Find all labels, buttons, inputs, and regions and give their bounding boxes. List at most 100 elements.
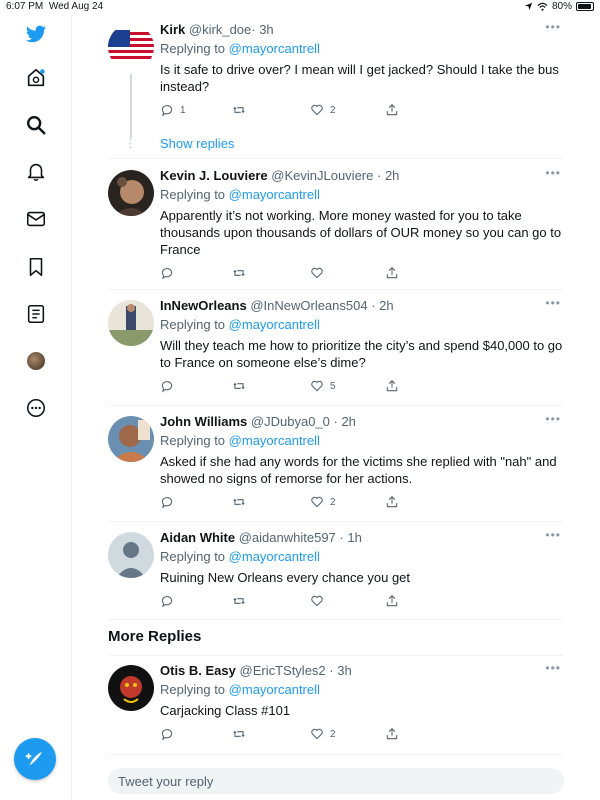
reply-button[interactable]	[160, 495, 180, 509]
share-icon	[386, 104, 398, 116]
mention-link[interactable]: @mayorcantrell	[229, 433, 320, 448]
share-button[interactable]	[385, 103, 399, 117]
author-name[interactable]: John Williams	[160, 414, 247, 429]
share-icon	[386, 380, 398, 392]
more-options-icon[interactable]: •••	[545, 412, 561, 426]
twitter-bird-icon[interactable]	[24, 22, 48, 46]
more-options-icon[interactable]: •••	[545, 296, 561, 310]
tweet-text: Carjacking Class #101	[160, 703, 291, 718]
reply-button[interactable]	[160, 594, 180, 608]
tweet-john-williams[interactable]: John Williams @JDubya0_0 · 2h ••• Replyi…	[108, 408, 563, 522]
heart-icon	[311, 496, 323, 508]
more-options-icon[interactable]: •••	[545, 20, 561, 34]
reply-input[interactable]: Tweet your reply	[108, 768, 564, 794]
tweet-kevin[interactable]: Kevin J. Louviere @KevinJLouviere · 2h •…	[108, 162, 563, 290]
tweet-actions: 1 2	[160, 103, 563, 121]
author-name[interactable]: Kirk	[160, 22, 185, 37]
heart-icon	[311, 267, 323, 279]
more-icon[interactable]	[24, 396, 48, 420]
tweet-aidan-white[interactable]: Aidan White @aidanwhite597 · 1h ••• Repl…	[108, 524, 563, 620]
show-replies-link[interactable]: Show replies	[160, 136, 234, 151]
tweet-kirk[interactable]: Kirk @kirk_doe· 3h ••• Replying to @mayo…	[108, 18, 563, 138]
tweet-text: Will they teach me how to prioritize the…	[160, 338, 563, 370]
author-name[interactable]: Otis B. Easy	[160, 663, 236, 678]
tweet-time: · 3h	[329, 663, 352, 678]
reply-button[interactable]	[160, 727, 180, 741]
more-options-icon[interactable]: •••	[545, 661, 561, 675]
replying-to: Replying to @mayorcantrell	[160, 549, 320, 564]
retweet-button[interactable]	[232, 495, 252, 509]
profile-avatar[interactable]	[24, 349, 48, 373]
lists-icon[interactable]	[24, 302, 48, 326]
retweet-button[interactable]	[232, 266, 252, 280]
avatar[interactable]	[108, 300, 154, 346]
like-button[interactable]	[310, 266, 330, 280]
share-button[interactable]	[385, 495, 399, 509]
mention-link[interactable]: @mayorcantrell	[229, 317, 320, 332]
share-button[interactable]	[385, 594, 399, 608]
heart-icon	[311, 728, 323, 740]
status-time: 6:07 PM Wed Aug 24	[6, 1, 104, 12]
home-icon[interactable]	[24, 66, 48, 90]
replying-to: Replying to @mayorcantrell	[160, 433, 320, 448]
thread-dots: • • •	[129, 135, 132, 152]
mention-link[interactable]: @mayorcantrell	[229, 41, 320, 56]
share-button[interactable]	[385, 266, 399, 280]
author-name[interactable]: InNewOrleans	[160, 298, 247, 313]
like-button[interactable]	[310, 594, 330, 608]
location-icon	[524, 2, 533, 11]
share-button[interactable]	[385, 379, 399, 393]
retweet-icon	[233, 269, 245, 277]
mention-link[interactable]: @mayorcantrell	[229, 549, 320, 564]
share-button[interactable]	[385, 727, 399, 741]
bookmark-icon[interactable]	[24, 255, 48, 279]
like-button[interactable]: 2	[310, 103, 336, 117]
status-indicators: 80%	[524, 1, 594, 12]
tweet-otis-b-easy[interactable]: Otis B. Easy @EricTStyles2 · 3h ••• Repl…	[108, 657, 563, 755]
reply-icon	[161, 268, 173, 280]
battery-icon	[576, 2, 594, 11]
tweet-innewor[interactable]: InNewOrleans @InNewOrleans504 · 2h ••• R…	[108, 292, 563, 406]
tweet-text: Ruining New Orleans every chance you get	[160, 570, 411, 585]
reply-icon	[161, 596, 173, 608]
tweet-text: Apparently it’s not working. More money …	[160, 208, 562, 257]
avatar[interactable]	[108, 170, 154, 216]
more-options-icon[interactable]: •••	[545, 166, 561, 180]
bell-icon[interactable]	[24, 159, 48, 183]
author-name[interactable]: Aidan White	[160, 530, 235, 545]
mail-icon[interactable]	[24, 207, 48, 231]
author-name[interactable]: Kevin J. Louviere	[160, 168, 268, 183]
more-options-icon[interactable]: •••	[545, 528, 561, 542]
reply-button[interactable]: 1	[160, 103, 186, 117]
retweet-button[interactable]	[232, 103, 252, 117]
reply-button[interactable]	[160, 266, 180, 280]
like-button[interactable]: 2	[310, 495, 336, 509]
more-replies-heading: More Replies	[108, 628, 202, 645]
avatar[interactable]	[108, 532, 154, 578]
status-bar: 6:07 PM Wed Aug 24 80%	[0, 0, 600, 14]
mention-link[interactable]: @mayorcantrell	[229, 187, 320, 202]
author-handle: @KevinJLouviere	[271, 168, 374, 183]
avatar[interactable]	[108, 665, 154, 711]
author-handle: @JDubya0_0	[250, 414, 330, 429]
like-button[interactable]: 5	[310, 379, 336, 393]
tweet-time: · 2h	[377, 168, 400, 183]
retweet-button[interactable]	[232, 379, 252, 393]
compose-button[interactable]	[14, 738, 56, 780]
avatar[interactable]	[108, 24, 154, 70]
reply-icon	[161, 729, 173, 741]
retweet-button[interactable]	[232, 594, 252, 608]
avatar[interactable]	[108, 416, 154, 462]
tweet-actions	[160, 266, 563, 284]
tweet-text: Asked if she had any words for the victi…	[160, 454, 557, 486]
replying-to: Replying to @mayorcantrell	[160, 41, 320, 56]
like-button[interactable]: 2	[310, 727, 336, 741]
tweet-actions: 5	[160, 379, 563, 397]
replying-to: Replying to @mayorcantrell	[160, 317, 320, 332]
search-icon[interactable]	[24, 113, 48, 137]
retweet-button[interactable]	[232, 727, 252, 741]
mention-link[interactable]: @mayorcantrell	[229, 682, 320, 697]
heart-icon	[311, 104, 323, 116]
reply-button[interactable]	[160, 379, 180, 393]
retweet-icon	[233, 597, 245, 605]
